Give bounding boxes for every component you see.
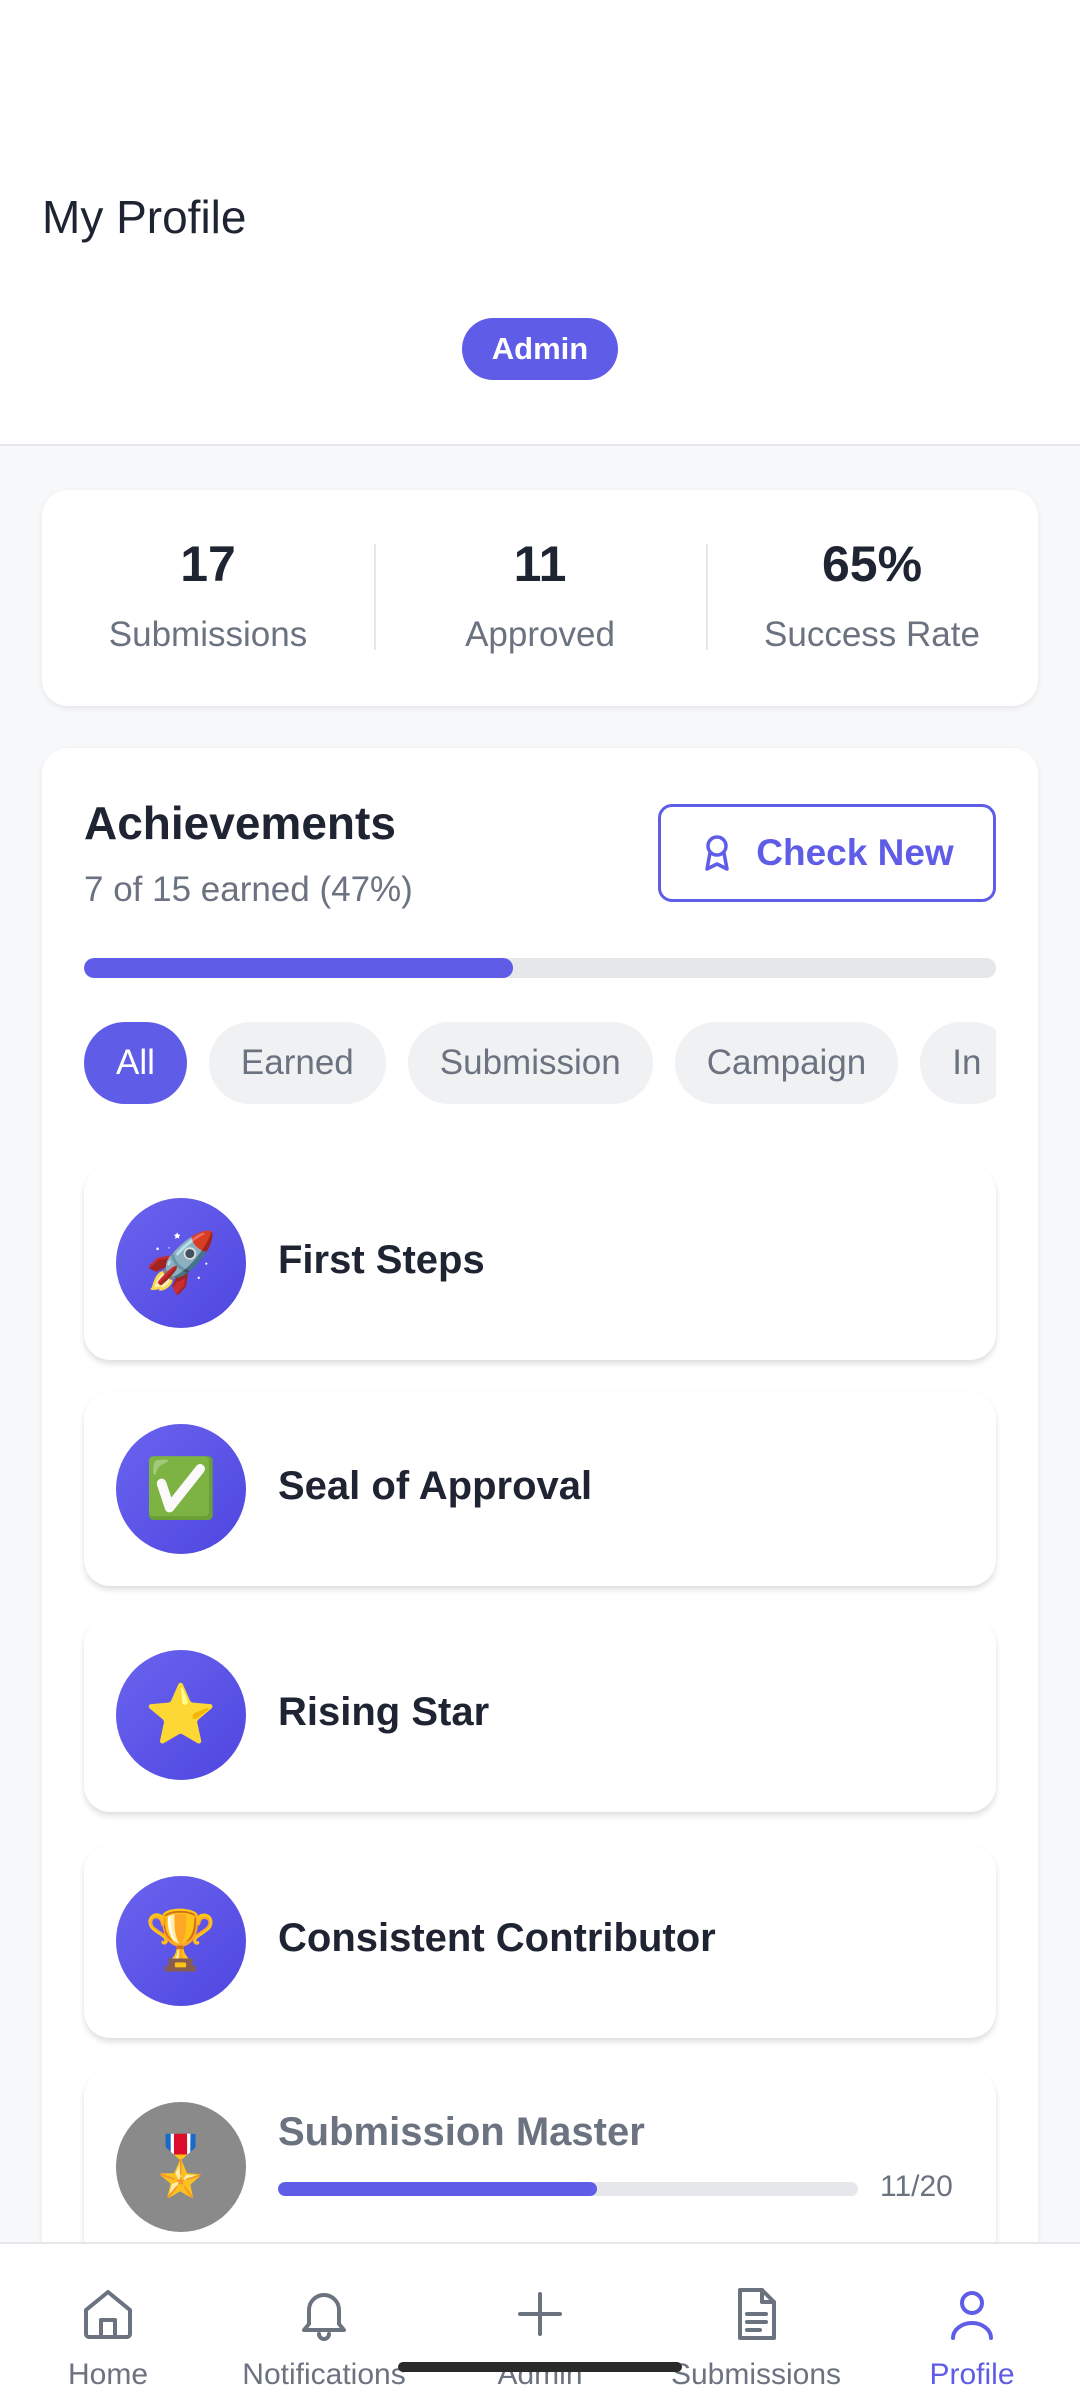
stat-value: 11 [513, 536, 567, 592]
achievement-item[interactable]: 🏆 Consistent Contributor [84, 1844, 996, 2038]
achievement-progress-bar [278, 2182, 858, 2196]
achievement-name: First Steps [278, 1238, 485, 1282]
nav-label: Notifications [242, 2358, 406, 2391]
award-ribbon-icon [705, 835, 730, 871]
stat-label: Submissions [108, 615, 308, 654]
check-new-button[interactable]: Check New [658, 804, 996, 902]
stat-approved: 11 Approved [374, 490, 706, 706]
home-indicator[interactable] [398, 2362, 682, 2372]
filter-chip-all[interactable]: All [84, 1022, 187, 1104]
plus-icon [518, 2292, 562, 2336]
bell-icon [302, 2293, 346, 2341]
nav-label: Submissions [670, 2358, 842, 2391]
nav-admin[interactable]: Admin [432, 2244, 648, 2400]
achievements-progress-bar [84, 958, 996, 978]
role-badge: Admin [462, 318, 618, 380]
filter-chip-in[interactable]: In [920, 1022, 996, 1104]
nav-home[interactable]: Home [0, 2244, 216, 2400]
achievement-item[interactable]: ✅ Seal of Approval [84, 1392, 996, 1586]
nav-notifications[interactable]: Notifications [216, 2244, 432, 2400]
stat-label: Success Rate [764, 615, 980, 654]
achievements-title: Achievements [84, 797, 396, 849]
stat-label: Approved [465, 615, 615, 654]
achievement-filters[interactable]: All Earned Submission Campaign In [84, 1022, 996, 1104]
nav-submissions[interactable]: Submissions [648, 2244, 864, 2400]
user-icon [951, 2291, 993, 2340]
check-new-label: Check New [756, 832, 954, 873]
achievements-card: Achievements 7 of 15 earned (47%) Check … [42, 748, 1038, 2400]
achievement-item[interactable]: ⭐ Rising Star [84, 1618, 996, 1812]
achievement-name: Seal of Approval [278, 1464, 593, 1508]
achievement-progress-count: 11/20 [880, 2170, 953, 2203]
document-icon [738, 2288, 776, 2340]
star-icon: ⭐ [116, 1650, 246, 1780]
filter-chip-campaign[interactable]: Campaign [674, 1022, 899, 1104]
achievement-name: Consistent Contributor [278, 1916, 716, 1960]
stats-card: 17 Submissions 11 Approved 65% Success R… [42, 490, 1038, 706]
rocket-icon: 🚀 [116, 1198, 246, 1328]
achievement-item-locked[interactable]: 🎖️ Submission Master 11/20 [84, 2070, 996, 2264]
check-mark-icon: ✅ [116, 1424, 246, 1554]
stat-submissions: 17 Submissions [42, 490, 374, 706]
filter-chip-submission[interactable]: Submission [407, 1022, 653, 1104]
achievements-summary: 7 of 15 earned (47%) [84, 870, 413, 909]
stat-success-rate: 65% Success Rate [706, 490, 1038, 706]
filter-chip-earned[interactable]: Earned [208, 1022, 386, 1104]
achievements-progress-fill [84, 958, 513, 978]
bottom-navigation: Home Notifications Admin Submissions Pro… [0, 2242, 1080, 2400]
medal-icon: 🎖️ [116, 2102, 246, 2232]
stat-value: 65% [821, 536, 923, 592]
stat-value: 17 [180, 536, 236, 592]
nav-label: Profile [929, 2358, 1015, 2391]
nav-label: Home [67, 2358, 149, 2391]
achievements-list: 🚀 First Steps ✅ Seal of Approval ⭐ Risin… [84, 1166, 996, 2296]
trophy-icon: 🏆 [116, 1876, 246, 2006]
achievement-progress-fill [278, 2182, 597, 2196]
nav-profile[interactable]: Profile [864, 2244, 1080, 2400]
page-title: My Profile [42, 191, 247, 243]
profile-header: My Profile Admin [0, 0, 1080, 446]
achievement-name: Submission Master [278, 2110, 645, 2154]
achievement-name: Rising Star [278, 1690, 490, 1734]
achievement-item[interactable]: 🚀 First Steps [84, 1166, 996, 1360]
home-icon [84, 2290, 132, 2339]
